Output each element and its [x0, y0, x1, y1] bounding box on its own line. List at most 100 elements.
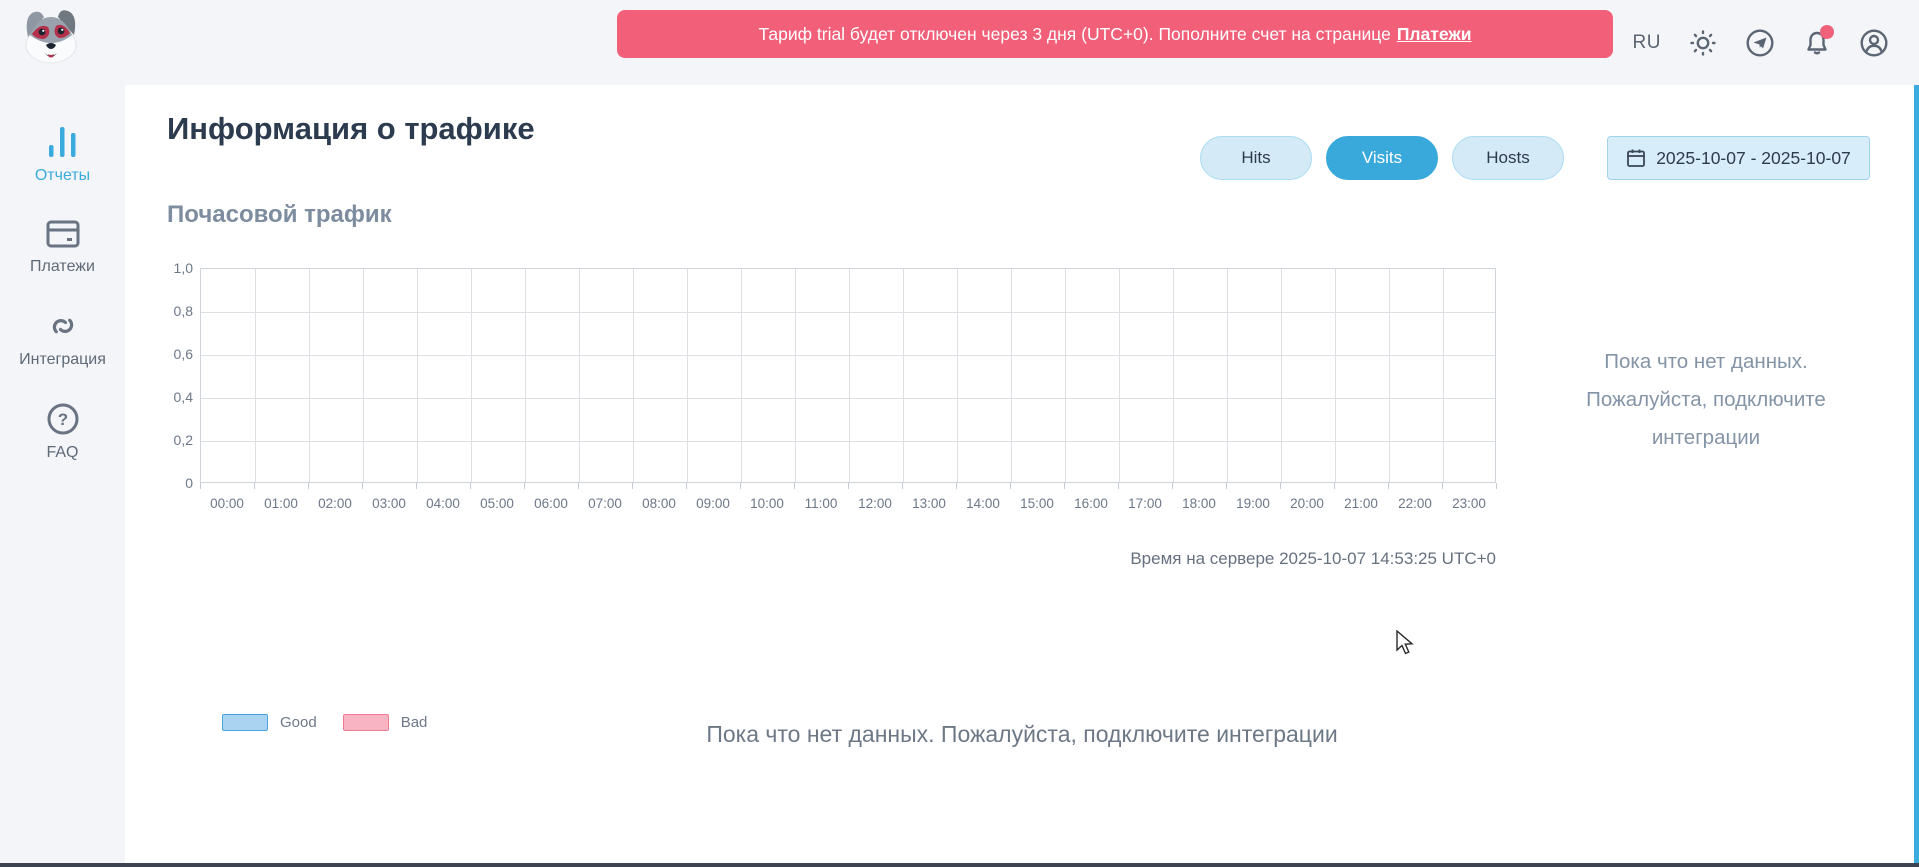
x-gridline [903, 269, 904, 482]
x-axis-tickmark [1010, 483, 1011, 489]
x-axis-tickmark [686, 483, 687, 489]
chart-section-title: Почасовой трафик [167, 201, 392, 229]
notification-dot [1820, 25, 1834, 39]
x-axis-tick-label: 02:00 [308, 496, 362, 511]
theme-sun-icon[interactable] [1688, 28, 1718, 58]
y-axis-tick-label: 0,6 [163, 346, 193, 362]
x-axis-tickmark [362, 483, 363, 489]
x-axis-tick-label: 07:00 [578, 496, 632, 511]
x-axis-tickmark [848, 483, 849, 489]
x-axis-tickmark [794, 483, 795, 489]
y-axis-tick-label: 0,2 [163, 432, 193, 448]
x-axis-tick-label: 01:00 [254, 496, 308, 511]
x-axis-tick-label: 14:00 [956, 496, 1010, 511]
x-axis-tickmark [1064, 483, 1065, 489]
hourly-traffic-chart: GoodBad 1,00,80,60,40,2000:0001:0002:000… [167, 268, 1507, 528]
vertical-scrollbar[interactable] [1914, 85, 1919, 863]
x-axis-tick-label: 15:00 [1010, 496, 1064, 511]
x-axis-tickmark [416, 483, 417, 489]
chart-plot [200, 268, 1496, 483]
credit-card-icon [45, 218, 81, 250]
x-gridline [849, 269, 850, 482]
x-gridline [309, 269, 310, 482]
x-axis-tick-label: 12:00 [848, 496, 902, 511]
x-axis-tick-label: 22:00 [1388, 496, 1442, 511]
x-gridline [363, 269, 364, 482]
x-gridline [255, 269, 256, 482]
y-gridline [201, 441, 1495, 442]
tab-visits[interactable]: Visits [1326, 136, 1438, 180]
tab-hosts[interactable]: Hosts [1452, 136, 1564, 180]
x-axis-tick-label: 11:00 [794, 496, 848, 511]
top-header: Тариф trial будет отключен через 3 дня (… [0, 0, 1919, 85]
x-axis-tick-label: 19:00 [1226, 496, 1280, 511]
no-data-message-bottom: Пока что нет данных. Пожалуйста, подключ… [125, 721, 1919, 748]
x-axis-tickmark [578, 483, 579, 489]
x-gridline [525, 269, 526, 482]
x-gridline [1443, 269, 1444, 482]
x-axis-tick-label: 20:00 [1280, 496, 1334, 511]
calendar-icon [1626, 148, 1646, 168]
y-gridline [201, 398, 1495, 399]
x-gridline [687, 269, 688, 482]
tab-hits[interactable]: Hits [1200, 136, 1312, 180]
x-axis-tickmark [740, 483, 741, 489]
sidebar-item-reports[interactable]: Отчеты [0, 125, 125, 185]
x-axis-tick-label: 21:00 [1334, 496, 1388, 511]
x-gridline [579, 269, 580, 482]
horizontal-scrollbar[interactable] [0, 863, 1919, 867]
sidebar-item-integration[interactable]: Интеграция [0, 309, 125, 369]
x-axis-tickmark [632, 483, 633, 489]
notifications-bell-icon[interactable] [1802, 28, 1832, 58]
alert-text: Тариф trial будет отключен через 3 дня (… [758, 24, 1390, 45]
question-icon: ? [46, 402, 80, 436]
language-selector[interactable]: RU [1633, 32, 1661, 54]
date-range-value: 2025-10-07 - 2025-10-07 [1656, 148, 1851, 169]
x-axis-tickmark [254, 483, 255, 489]
x-axis-tickmark [1388, 483, 1389, 489]
x-axis-tick-label: 10:00 [740, 496, 794, 511]
alert-payments-link[interactable]: Платежи [1397, 24, 1472, 45]
trial-alert-banner: Тариф trial будет отключен через 3 дня (… [617, 10, 1613, 58]
account-icon[interactable] [1859, 28, 1889, 58]
x-gridline [471, 269, 472, 482]
y-axis-tick-label: 0 [163, 475, 193, 491]
date-range-picker[interactable]: 2025-10-07 - 2025-10-07 [1607, 136, 1870, 180]
x-axis-tickmark [956, 483, 957, 489]
x-axis-tick-label: 13:00 [902, 496, 956, 511]
svg-text:?: ? [57, 410, 67, 429]
link-icon [45, 309, 81, 343]
sidebar-item-payments[interactable]: Платежи [0, 218, 125, 276]
x-gridline [1011, 269, 1012, 482]
sidebar-item-faq[interactable]: ? FAQ [0, 402, 125, 462]
x-gridline [741, 269, 742, 482]
x-axis-tick-label: 05:00 [470, 496, 524, 511]
y-gridline [201, 355, 1495, 356]
x-axis-tick-label: 16:00 [1064, 496, 1118, 511]
x-gridline [1173, 269, 1174, 482]
telegram-icon[interactable] [1745, 28, 1775, 58]
x-gridline [1389, 269, 1390, 482]
x-axis-tick-label: 06:00 [524, 496, 578, 511]
x-axis-tickmark [524, 483, 525, 489]
x-axis-tickmark [1334, 483, 1335, 489]
y-axis-tick-label: 1,0 [163, 260, 193, 276]
no-data-message-side: Пока что нет данных. Пожалуйста, подключ… [1551, 343, 1861, 457]
x-gridline [1227, 269, 1228, 482]
x-axis-tick-label: 04:00 [416, 496, 470, 511]
x-gridline [1119, 269, 1120, 482]
x-axis-tickmark [1496, 483, 1497, 489]
sidebar-item-label: FAQ [46, 444, 78, 462]
x-axis-tick-label: 08:00 [632, 496, 686, 511]
raccoon-logo[interactable] [18, 5, 84, 65]
x-gridline [1065, 269, 1066, 482]
x-axis-tickmark [902, 483, 903, 489]
x-axis-tickmark [1172, 483, 1173, 489]
server-time: Время на сервере 2025-10-07 14:53:25 UTC… [125, 549, 1496, 569]
sidebar-item-label: Платежи [30, 258, 95, 276]
x-axis-tickmark [200, 483, 201, 489]
x-axis-tick-label: 18:00 [1172, 496, 1226, 511]
x-axis-tickmark [1280, 483, 1281, 489]
x-axis-tickmark [1118, 483, 1119, 489]
x-axis-tickmark [1442, 483, 1443, 489]
